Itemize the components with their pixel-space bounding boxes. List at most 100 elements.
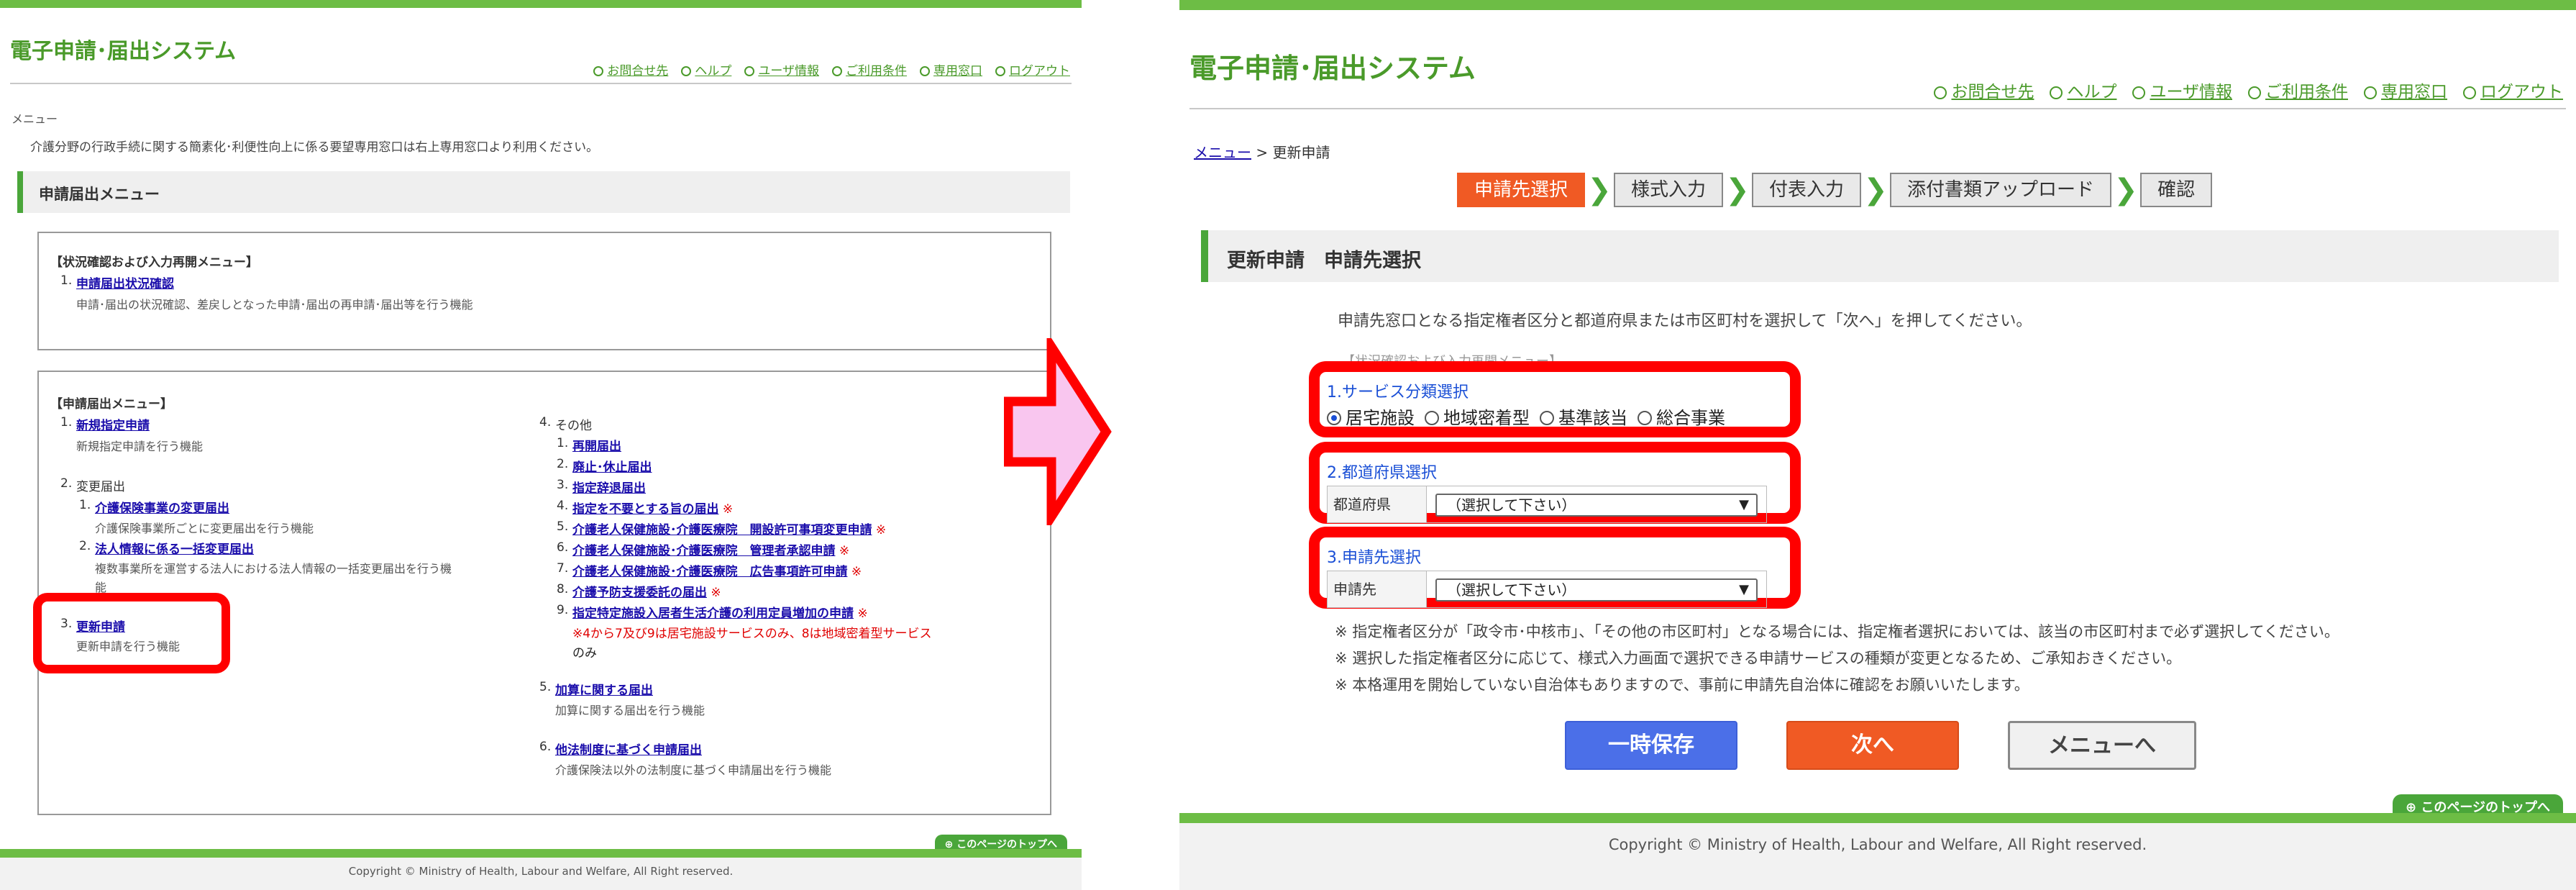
radio-icon — [1540, 411, 1554, 425]
item-number: 1. — [60, 273, 73, 288]
link-contact[interactable]: お問合せ先 — [593, 60, 668, 78]
link-resume-notice[interactable]: 再開届出 — [572, 436, 621, 454]
chevron-down-icon: ▼ — [1739, 497, 1749, 512]
next-button[interactable]: 次へ — [1786, 721, 1959, 770]
link-manager-approval[interactable]: 介護老人保健施設･介護医療院 管理者承認申請 — [572, 544, 836, 558]
link-user-info[interactable]: ユーザ情報 — [744, 60, 819, 78]
link-dedicated-window[interactable]: 専用窓口 — [920, 60, 982, 78]
temp-save-button[interactable]: 一時保存 — [1565, 721, 1737, 770]
link-care-insurance-change[interactable]: 介護保険事業の変更届出 — [95, 498, 229, 516]
right-screenshot-renewal: 電子申請･届出システム お問合せ先 ヘルプ ユーザ情報 ご利用条件 専用窓口 ロ… — [1179, 0, 2576, 890]
link-not-required-notice[interactable]: 指定を不要とする旨の届出 — [572, 502, 719, 517]
status-menu-box: 【状況確認および入力再開メニュー】 1. 申請届出状況確認 申請･届出の状況確認… — [37, 232, 1051, 350]
link-abolition-notice[interactable]: 廃止･休止届出 — [572, 457, 652, 475]
link-other-law-application[interactable]: 他法制度に基づく申請届出 — [555, 740, 702, 758]
link-terms[interactable]: ご利用条件 — [832, 60, 907, 78]
breadcrumb-menu-link[interactable]: メニュー — [1194, 144, 1251, 161]
prefecture-label: 2.都道府県選択 — [1327, 464, 1437, 482]
footer-green-bar — [0, 849, 1082, 858]
circle-arrow-icon — [995, 66, 1005, 76]
notes: ※ 指定権者区分が「政令市･中核市」、「その他の市区町村」となる場合には、指定権… — [1335, 619, 2339, 699]
note-mark: ※ — [857, 607, 868, 621]
circle-arrow-icon — [832, 66, 842, 76]
link-capacity-increase[interactable]: 指定特定施設入居者生活介護の利用定員増加の申請 — [572, 607, 854, 621]
radio-icon — [1327, 411, 1341, 425]
item-number: 7. — [557, 561, 569, 576]
copyright: Copyright © Ministry of Health, Labour a… — [1608, 836, 2147, 853]
box-heading: 【状況確認および入力再開メニュー】 — [50, 255, 258, 270]
list-item: 介護老人保健施設･介護医療院 開設許可事項変更申請 ※ — [572, 519, 886, 537]
circle-arrow-icon — [744, 66, 755, 76]
link-logout[interactable]: ログアウト — [995, 60, 1070, 78]
link-status-check[interactable]: 申請届出状況確認 — [76, 273, 174, 291]
radio-label: 総合事業 — [1656, 408, 1725, 428]
footer: Copyright © Ministry of Health, Labour a… — [1179, 823, 2576, 890]
step-form-input: 様式入力 — [1614, 173, 1724, 207]
link-advertising-permit[interactable]: 介護老人保健施設･介護医療院 広告事項許可申請 — [572, 565, 848, 579]
note-mark: ※ — [839, 544, 850, 558]
item-description: 介護保険事業所ごとに変更届出を行う機能 — [95, 522, 314, 535]
item-description: 新規指定申請を行う機能 — [76, 440, 204, 453]
radio-label: 居宅施設 — [1346, 408, 1415, 428]
link-contact[interactable]: お問合せ先 — [1934, 78, 2034, 102]
item-number: 2. — [60, 476, 73, 491]
radio-icon — [1638, 411, 1652, 425]
chevron-down-icon: ▼ — [1739, 582, 1749, 597]
header-divider — [10, 83, 1072, 84]
service-category-label: 1.サービス分類選択 — [1327, 383, 1469, 401]
circle-arrow-icon — [2248, 86, 2261, 99]
destination-row-label: 申請先 — [1328, 571, 1427, 607]
link-decline-notice[interactable]: 指定辞退届出 — [572, 478, 646, 496]
prefecture-select[interactable]: （選択して下さい） ▼ — [1435, 494, 1758, 517]
circle-arrow-icon — [1934, 86, 1947, 99]
circle-arrow-icon — [681, 66, 692, 76]
item-number: 4. — [557, 499, 569, 513]
service-category-radios: 居宅施設 地域密着型 基準該当 総合事業 — [1327, 404, 1725, 429]
footer-green-bar — [1179, 813, 2576, 823]
note-line: ※ 指定権者区分が「政令市･中核市」、「その他の市区町村」となる場合には、指定権… — [1335, 623, 2339, 640]
breadcrumb-current: 更新申請 — [1272, 144, 1330, 161]
link-terms[interactable]: ご利用条件 — [2248, 78, 2348, 102]
link-help[interactable]: ヘルプ — [681, 60, 731, 78]
other-note: ※4から7及び9は居宅施設サービスのみ、8は地域密着型サービス — [572, 623, 932, 641]
item-number: 5. — [539, 680, 552, 694]
radio-community-based[interactable]: 地域密着型 — [1425, 404, 1530, 429]
radio-home-facility[interactable]: 居宅施設 — [1327, 404, 1415, 429]
note-line: ※ 選択した指定権者区分に応じて、様式入力画面で選択できる申請サービスの種類が変… — [1335, 650, 2182, 667]
breadcrumb: メニュー > 更新申請 — [1194, 141, 1330, 162]
link-opening-permit-change[interactable]: 介護老人保健施設･介護医療院 開設許可事項変更申請 — [572, 523, 872, 537]
link-addition-notice[interactable]: 加算に関する届出 — [555, 680, 653, 698]
radio-standard-applicable[interactable]: 基準該当 — [1540, 404, 1627, 429]
note-text: ※4から7及び9は居宅施設サービスのみ、8は地域密着型サービス — [572, 627, 932, 641]
link-new-designation[interactable]: 新規指定申請 — [76, 415, 150, 433]
list-item: 介護予防支援委託の届出 ※ — [572, 582, 721, 600]
item-number: 4. — [539, 415, 552, 430]
link-corporate-bulk-change[interactable]: 法人情報に係る一括変更届出 — [95, 539, 254, 557]
link-prevention-support[interactable]: 介護予防支援委託の届出 — [572, 586, 707, 600]
step-attachment-upload: 添付書類アップロード — [1890, 173, 2112, 207]
list-item: 介護老人保健施設･介護医療院 広告事項許可申請 ※ — [572, 561, 862, 579]
item-number: 3. — [557, 478, 569, 492]
step-confirm: 確認 — [2140, 173, 2213, 207]
breadcrumb-separator: > — [1256, 144, 1269, 161]
header-divider — [1189, 108, 2566, 109]
circle-arrow-icon — [2050, 86, 2063, 99]
link-dedicated-window[interactable]: 専用窓口 — [2364, 78, 2447, 102]
link-help[interactable]: ヘルプ — [2050, 78, 2116, 102]
radio-label: 地域密着型 — [1443, 408, 1530, 428]
other-note-cont: のみ — [572, 646, 597, 660]
destination-row: 申請先 （選択して下さい） ▼ — [1327, 571, 1767, 608]
radio-comprehensive[interactable]: 総合事業 — [1638, 404, 1725, 429]
back-to-menu-button[interactable]: メニューへ — [2008, 721, 2196, 770]
app-title: 電子申請･届出システム — [1189, 53, 1476, 84]
link-user-info[interactable]: ユーザ情報 — [2132, 78, 2232, 102]
footer: Copyright © Ministry of Health, Labour a… — [0, 858, 1082, 890]
section-header: 更新申請 申請先選択 — [1201, 230, 2559, 282]
link-logout[interactable]: ログアウト — [2463, 78, 2563, 102]
destination-select[interactable]: （選択して下さい） ▼ — [1435, 578, 1758, 601]
prefecture-row: 都道府県 （選択して下さい） ▼ — [1327, 486, 1767, 523]
item-number: 5. — [557, 519, 569, 534]
header-links: お問合せ先 ヘルプ ユーザ情報 ご利用条件 専用窓口 ログアウト — [593, 60, 1070, 78]
step-arrow-icon: ❯ — [1587, 173, 1612, 206]
step-arrow-icon: ❯ — [2114, 173, 2138, 206]
